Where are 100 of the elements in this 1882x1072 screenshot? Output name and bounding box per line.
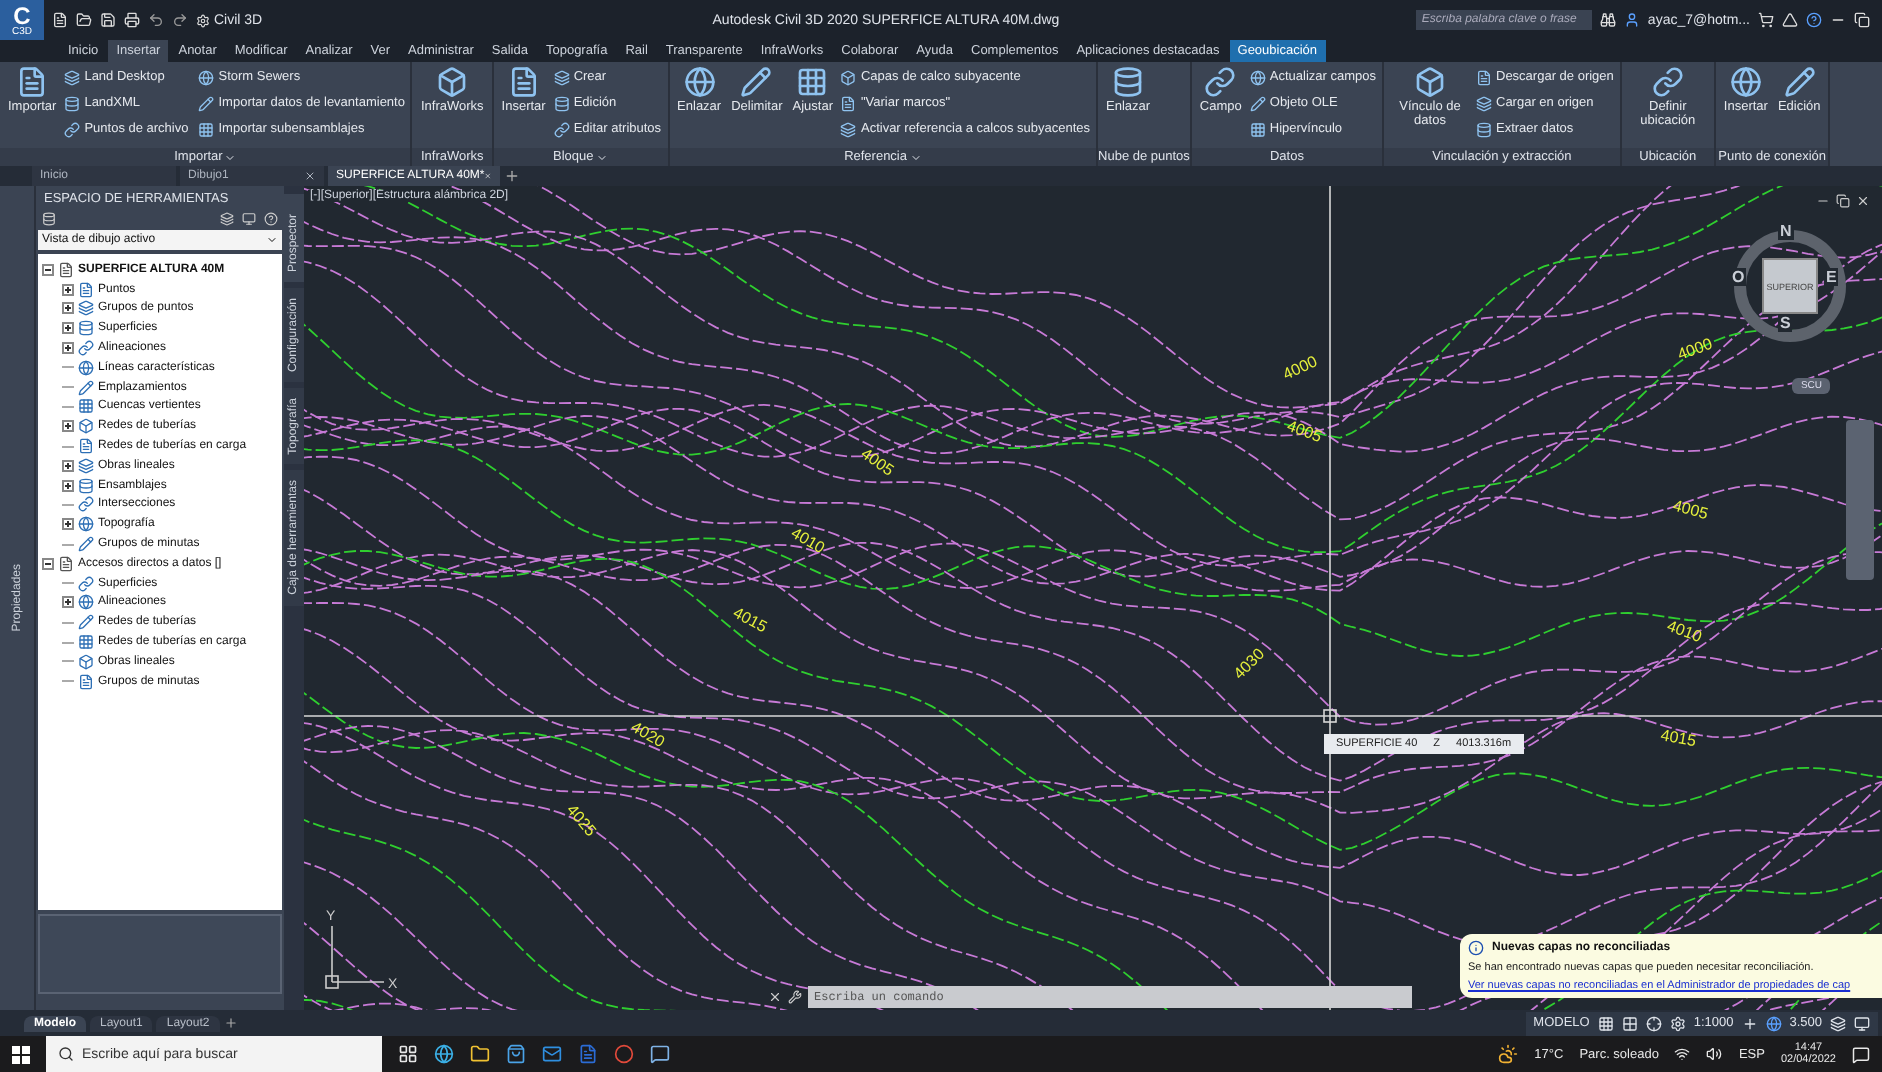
redo-icon[interactable]	[172, 12, 188, 28]
contour-label: 4000	[1675, 334, 1715, 364]
compass-letter[interactable]: O	[1730, 268, 1747, 286]
binoculars-icon[interactable]	[1599, 12, 1616, 28]
contour-label: 4020	[628, 717, 668, 752]
expand-icon[interactable]	[62, 518, 74, 531]
volume-icon[interactable]	[1706, 1046, 1723, 1062]
help-icon[interactable]	[1806, 12, 1822, 28]
layers-icon	[78, 300, 94, 317]
close-icon[interactable]	[768, 990, 782, 1004]
globe-icon	[78, 594, 94, 611]
expand-icon[interactable]	[62, 322, 74, 335]
document-icon	[840, 95, 857, 111]
globe-icon	[683, 66, 716, 98]
user-icon[interactable]	[1623, 12, 1640, 28]
crosshair-icon[interactable]	[1645, 1015, 1662, 1031]
contour-label: 4005	[1284, 416, 1325, 446]
restore-icon[interactable]	[1854, 12, 1870, 28]
pencil-icon	[1783, 66, 1816, 98]
triangle-icon[interactable]	[1782, 12, 1798, 28]
contour-label: 4015	[1659, 726, 1698, 751]
contour-label: 4005	[1670, 496, 1710, 524]
expand-icon[interactable]	[62, 596, 74, 609]
help-icon[interactable]	[264, 212, 278, 226]
monitor-icon[interactable]	[1854, 1015, 1870, 1031]
minimize-icon[interactable]	[1816, 194, 1830, 208]
app-icon[interactable]	[650, 1044, 670, 1064]
pencil-icon	[198, 95, 215, 111]
save-icon[interactable]	[100, 12, 116, 28]
contour-label: 4010	[1664, 616, 1705, 646]
close-icon[interactable]	[1856, 194, 1870, 208]
wifi-icon[interactable]	[1674, 1046, 1691, 1062]
open-folder-icon[interactable]	[76, 12, 92, 28]
cube-icon	[436, 66, 469, 98]
windows-logo-icon[interactable]	[12, 1045, 30, 1063]
globe-icon	[198, 69, 215, 85]
cube-icon	[840, 69, 857, 85]
layers-icon[interactable]	[1830, 1015, 1846, 1031]
link-icon	[78, 340, 94, 357]
document-icon	[78, 673, 94, 690]
cube-icon	[78, 653, 94, 670]
globe-icon[interactable]	[1765, 1015, 1782, 1031]
weather-icon[interactable]	[1498, 1044, 1519, 1064]
expand-icon[interactable]	[62, 283, 74, 296]
add-tab-icon[interactable]	[504, 168, 520, 184]
caret-icon	[595, 151, 608, 163]
cart-icon[interactable]	[1758, 12, 1774, 28]
database-icon	[64, 95, 81, 111]
database-icon[interactable]	[42, 212, 56, 226]
cube-icon	[1414, 66, 1446, 98]
compass-letter[interactable]: S	[1778, 314, 1793, 332]
globe-icon	[1249, 69, 1266, 85]
restore-icon[interactable]	[1836, 194, 1850, 208]
search-icon[interactable]	[58, 1046, 74, 1062]
contour-label: 4010	[788, 523, 828, 558]
compass-letter[interactable]: N	[1778, 222, 1794, 240]
task-view-icon[interactable]	[398, 1044, 418, 1064]
cube-icon	[78, 418, 94, 435]
collapse-icon[interactable]	[42, 557, 54, 570]
collapse-icon[interactable]	[42, 263, 54, 276]
ucs-icon	[325, 925, 385, 989]
add-tab-icon[interactable]	[223, 1016, 238, 1030]
globe-icon	[1729, 66, 1762, 98]
settings-icon[interactable]	[1669, 1015, 1686, 1031]
monitor-icon[interactable]	[242, 212, 256, 226]
globe-icon	[78, 359, 94, 376]
database-icon	[553, 95, 570, 111]
globe-icon	[78, 516, 94, 533]
snap-icon[interactable]	[1621, 1015, 1638, 1031]
compass-letter[interactable]: E	[1824, 268, 1839, 286]
grid-icon	[78, 634, 94, 651]
expand-icon[interactable]	[62, 459, 74, 472]
contour-label: 4015	[730, 603, 770, 637]
grid-icon[interactable]	[1597, 1015, 1614, 1031]
mail-icon[interactable]	[542, 1044, 562, 1064]
close-icon[interactable]	[304, 170, 316, 182]
document-icon	[16, 66, 49, 98]
layers-icon	[64, 69, 81, 85]
document-icon	[78, 281, 94, 298]
print-icon[interactable]	[124, 12, 140, 28]
folder-icon[interactable]	[470, 1044, 490, 1064]
link-icon	[78, 575, 94, 592]
document-icon[interactable]	[578, 1044, 598, 1064]
expand-icon[interactable]	[62, 342, 74, 355]
pencil-icon	[1249, 95, 1266, 111]
pencil-icon	[78, 614, 94, 631]
grid-icon	[198, 121, 215, 137]
document-icon	[507, 66, 540, 98]
wrench-icon[interactable]	[788, 990, 802, 1004]
expand-icon[interactable]	[62, 420, 74, 433]
notifications-icon[interactable]	[1852, 1045, 1870, 1063]
expand-icon[interactable]	[62, 302, 74, 315]
layers-icon	[1476, 95, 1492, 111]
layers-icon[interactable]	[220, 212, 234, 226]
store-icon[interactable]	[506, 1044, 526, 1064]
new-file-icon[interactable]	[52, 12, 68, 28]
caret-icon	[909, 151, 921, 163]
plus-icon[interactable]	[1741, 1015, 1758, 1031]
undo-icon[interactable]	[148, 12, 164, 28]
expand-icon[interactable]	[62, 479, 74, 492]
